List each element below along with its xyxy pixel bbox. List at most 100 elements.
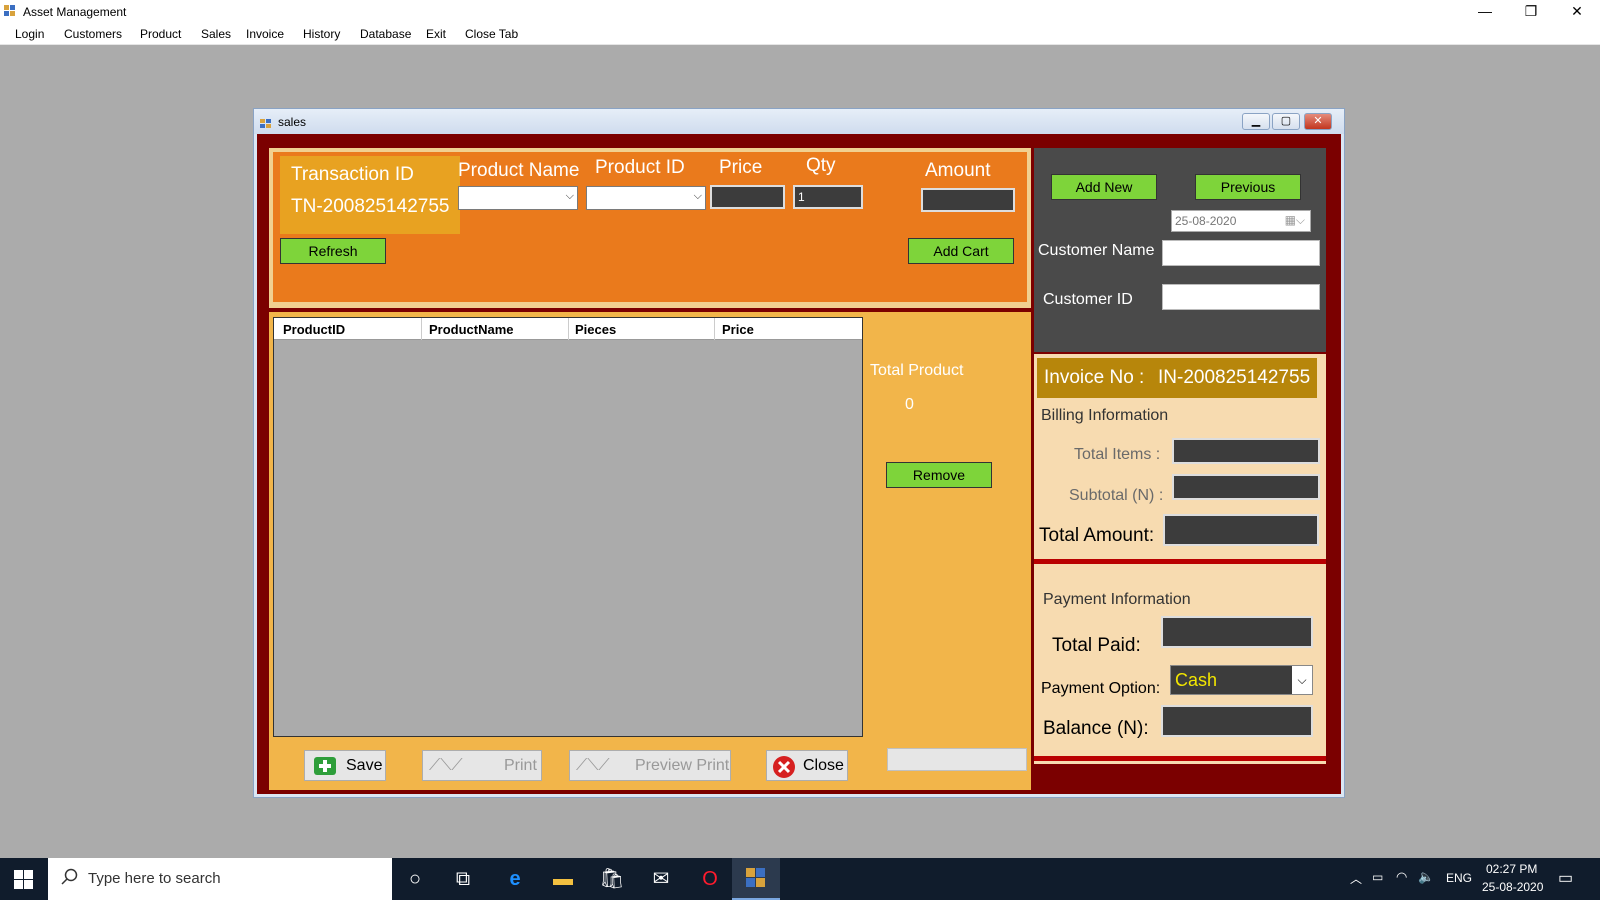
clock-date[interactable]: 25-08-2020: [1482, 880, 1543, 894]
date-picker[interactable]: 25-08-2020 ▦⌵: [1171, 210, 1311, 232]
child-restore-button[interactable]: ▢: [1272, 113, 1300, 130]
maximize-button[interactable]: ❐: [1508, 0, 1554, 23]
product-entry-panel: Transaction ID TN-200825142755 Product N…: [269, 148, 1031, 308]
save-button[interactable]: Save: [304, 750, 386, 781]
total-amount-field[interactable]: [1163, 514, 1319, 546]
menu-sales[interactable]: Sales: [201, 27, 231, 41]
col-productname[interactable]: ProductName: [429, 322, 514, 337]
transaction-id-label: Transaction ID: [291, 164, 414, 185]
search-icon: [60, 868, 78, 890]
language-indicator[interactable]: ENG: [1446, 871, 1472, 885]
payment-option-label: Payment Option:: [1041, 680, 1161, 697]
sales-window: sales ▁ ▢ ✕ Transaction ID TN-2008251427…: [253, 108, 1345, 798]
amount-field[interactable]: [921, 188, 1015, 212]
payment-title: Payment Information: [1043, 591, 1191, 608]
chevron-down-icon[interactable]: ⌵: [1292, 666, 1312, 694]
refresh-button[interactable]: Refresh: [280, 238, 386, 264]
print-button[interactable]: ⟋⟍⟋ Print: [422, 750, 542, 781]
billing-title: Billing Information: [1041, 407, 1169, 424]
transaction-box: Transaction ID TN-200825142755: [280, 156, 460, 234]
customer-panel: Add New Previous 25-08-2020 ▦⌵ Customer …: [1034, 148, 1326, 358]
product-id-label: Product ID: [595, 157, 685, 178]
cart-area: ProductID ProductName Pieces Price Total…: [269, 312, 1031, 790]
col-productid[interactable]: ProductID: [283, 322, 345, 337]
separator: [1034, 756, 1326, 761]
cart-grid[interactable]: ProductID ProductName Pieces Price: [273, 317, 863, 737]
transaction-id-value: TN-200825142755: [291, 196, 450, 217]
add-new-button[interactable]: Add New: [1051, 174, 1157, 200]
col-price[interactable]: Price: [722, 322, 754, 337]
qty-label: Qty: [806, 155, 836, 176]
close-window-button[interactable]: ✕: [1554, 0, 1600, 23]
window-icon: [260, 116, 272, 128]
customer-name-label: Customer Name: [1038, 242, 1155, 259]
preview-print-button[interactable]: ⟋⟍⟋ Preview Print: [569, 750, 731, 781]
col-pieces[interactable]: Pieces: [575, 322, 616, 337]
subtotal-field[interactable]: [1172, 474, 1320, 500]
menu-close-tab[interactable]: Close Tab: [465, 27, 518, 41]
edge-icon[interactable]: e: [502, 866, 528, 892]
menu-database[interactable]: Database: [360, 27, 411, 41]
opera-icon[interactable]: O: [697, 866, 723, 892]
volume-icon[interactable]: 🔈: [1418, 869, 1434, 885]
product-name-select[interactable]: ⌵: [458, 186, 578, 210]
clock-time[interactable]: 02:27 PM: [1486, 862, 1537, 876]
preview-print-label: Preview Print: [635, 757, 730, 774]
billing-panel: Invoice No : IN-200825142755 Billing Inf…: [1034, 354, 1326, 764]
invoice-value: IN-200825142755: [1158, 367, 1311, 388]
remove-button[interactable]: Remove: [886, 462, 992, 488]
payment-option-select[interactable]: Cash ⌵: [1170, 665, 1313, 695]
sales-titlebar[interactable]: sales ▁ ▢ ✕: [254, 109, 1344, 134]
grid-header: ProductID ProductName Pieces Price: [274, 318, 862, 340]
total-amount-label: Total Amount:: [1039, 525, 1155, 546]
close-icon: [772, 755, 796, 784]
previous-button[interactable]: Previous: [1195, 174, 1301, 200]
taskbar-search[interactable]: Type here to search: [48, 858, 392, 900]
notification-icon[interactable]: ▭: [1558, 868, 1573, 888]
amount-label: Amount: [925, 160, 991, 181]
print-label: Print: [504, 757, 537, 774]
menu-login[interactable]: Login: [15, 27, 44, 41]
menu-history[interactable]: History: [303, 27, 340, 41]
product-entry-inner: Transaction ID TN-200825142755 Product N…: [273, 152, 1027, 302]
battery-icon[interactable]: ▭: [1372, 870, 1383, 884]
close-button[interactable]: Close: [766, 750, 848, 781]
app-icon: [746, 868, 766, 893]
customer-id-field[interactable]: [1162, 284, 1320, 310]
store-icon[interactable]: 🛍: [599, 866, 625, 892]
task-view-icon[interactable]: ⧉: [450, 866, 476, 892]
customer-name-field[interactable]: [1162, 240, 1320, 266]
balance-field[interactable]: [1161, 705, 1313, 737]
minimize-button[interactable]: —: [1462, 0, 1508, 23]
chevron-down-icon: ⌵: [565, 190, 574, 202]
total-product-value: 0: [905, 396, 914, 413]
menu-invoice[interactable]: Invoice: [246, 27, 284, 41]
menu-bar: Login Customers Product Sales Invoice Hi…: [0, 23, 1600, 45]
wifi-icon[interactable]: ◠: [1396, 869, 1407, 885]
total-product-label: Total Product: [870, 362, 964, 379]
sales-body: Transaction ID TN-200825142755 Product N…: [257, 134, 1341, 794]
windows-start-icon[interactable]: [14, 870, 34, 895]
menu-exit[interactable]: Exit: [426, 27, 446, 41]
file-explorer-icon[interactable]: ▬: [550, 866, 576, 892]
menu-customers[interactable]: Customers: [64, 27, 122, 41]
total-paid-field[interactable]: [1161, 616, 1313, 648]
payment-option-value: Cash: [1175, 670, 1218, 690]
price-field[interactable]: [710, 185, 785, 209]
mail-icon[interactable]: ✉: [648, 866, 674, 892]
add-cart-button[interactable]: Add Cart: [908, 238, 1014, 264]
calendar-icon: ▦⌵: [1284, 213, 1305, 227]
cortana-icon[interactable]: ○: [402, 866, 428, 892]
chevron-down-icon: ⌵: [693, 190, 702, 202]
qty-field[interactable]: 1: [793, 185, 863, 209]
chevron-up-icon[interactable]: ︿: [1350, 870, 1362, 887]
child-minimize-button[interactable]: ▁: [1242, 113, 1270, 130]
date-value: 25-08-2020: [1175, 214, 1237, 228]
app-titlebar: Asset Management — ❐ ✕: [0, 0, 1600, 23]
total-paid-label: Total Paid:: [1052, 635, 1141, 656]
total-items-field[interactable]: [1172, 438, 1320, 464]
child-close-button[interactable]: ✕: [1304, 113, 1332, 130]
menu-product[interactable]: Product: [140, 27, 181, 41]
active-app-taskbar-button[interactable]: [732, 858, 780, 900]
product-id-select[interactable]: ⌵: [586, 186, 706, 210]
